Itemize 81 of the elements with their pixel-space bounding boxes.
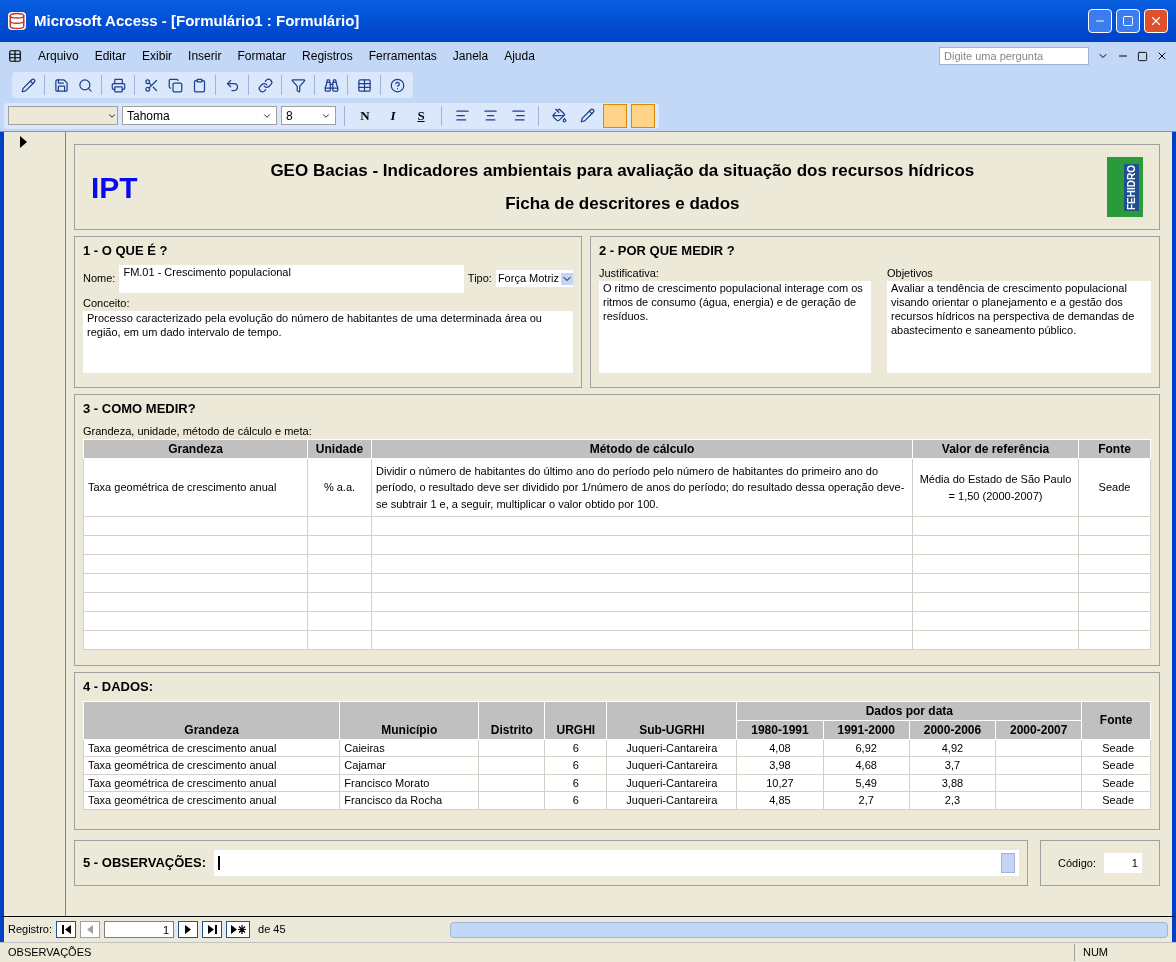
column-header: Método de cálculo <box>371 439 913 459</box>
maximize-button[interactable] <box>1116 9 1140 33</box>
num-lock-indicator: NUM <box>1073 944 1108 961</box>
column-header: Sub-UGRHI <box>606 701 737 739</box>
field-label: Justificativa: <box>599 265 660 281</box>
menu-item[interactable]: Inserir <box>188 47 222 65</box>
menu-item[interactable]: Formatar <box>237 47 287 65</box>
column-header: Grandeza <box>83 701 340 739</box>
left-triangle-icon <box>87 925 94 934</box>
ipt-logo: IPT <box>91 169 138 206</box>
menu-item[interactable]: Janela <box>452 47 489 65</box>
column-header: Grandeza <box>83 439 308 459</box>
table-cell: Seade <box>1078 458 1151 517</box>
field-label: Tipo: <box>467 271 492 287</box>
table-caption: Grandeza, unidade, método de cálculo e meta: <box>83 423 313 439</box>
field-label: Nome: <box>83 271 116 287</box>
concept-field[interactable]: Processo caracterizado pela evolução do número de habitantes de uma determinada área ou região, em um dado intervalo de tempo. <box>83 311 573 373</box>
field-label: Código: <box>1058 855 1096 871</box>
font-dropdown[interactable]: Tahoma <box>122 106 277 125</box>
horizontal-scrollbar[interactable] <box>449 921 1168 938</box>
logo-text: FEHIDRO <box>1124 163 1139 211</box>
name-field[interactable]: FM.01 - Crescimento populacional <box>119 264 464 293</box>
status-text: OBSERVAÇÕES <box>8 945 92 961</box>
text-style-button[interactable]: I <box>381 103 405 128</box>
column-header: Valor de referência <box>912 439 1079 459</box>
table-cell: Média do Estado de São Paulo = 1,50 (2000-2007) <box>912 458 1079 517</box>
menu-item[interactable]: Registros <box>302 47 353 65</box>
column-header: Distrito <box>478 701 545 739</box>
last-record-button[interactable] <box>202 921 223 938</box>
help-search-field[interactable]: Digite uma pergunta <box>939 47 1089 65</box>
section-title: 5 - OBSERVAÇÕES: <box>83 854 207 873</box>
column-header: Município <box>339 701 479 739</box>
app-icon <box>8 12 26 30</box>
table-cell: Taxa geométrica de crescimento anual <box>83 458 308 517</box>
record-number-field[interactable]: 1 <box>104 921 175 938</box>
menu-item[interactable]: Ajuda <box>504 47 535 65</box>
window-title: Microsoft Access - [Formulário1 : Formulário] <box>34 10 360 31</box>
close-icon[interactable] <box>1156 50 1168 62</box>
close-icon <box>1149 14 1163 28</box>
section-title: 1 - O QUE É ? <box>83 242 169 260</box>
restore-icon[interactable] <box>1137 50 1148 62</box>
next-record-button[interactable] <box>178 921 199 938</box>
last-record-icon <box>207 925 217 934</box>
section-title: 2 - POR QUE MEDIR ? <box>599 242 736 260</box>
menu-item[interactable]: Editar <box>94 47 127 65</box>
justification-field[interactable]: O ritmo de crescimento populacional interage com os ritmos de consumo (água, energia) e de geração de resíduos. <box>599 281 871 373</box>
form-icon[interactable] <box>8 49 22 63</box>
minimize-button[interactable] <box>1088 9 1112 33</box>
menu-item[interactable]: Arquivo <box>38 47 79 65</box>
column-header: Fonte <box>1078 439 1151 459</box>
record-count: de 45 <box>258 922 286 938</box>
observations-field[interactable] <box>214 850 1019 876</box>
table-cell: % a.a. <box>307 458 372 517</box>
table-cell: Dividir o número de habitantes do último ano do período pelo número de habitantes do primeiro ano do período, o resultado deve ser dividido por 1/número de anos do período; do resultado dessa operação deve-se subtrair 1 e, a seguir, multiplicar o valor obtido por 100. <box>371 458 913 517</box>
new-record-button[interactable] <box>226 921 251 938</box>
objectives-field[interactable]: Avaliar a tendência de crescimento populacional visando orientar o planejamento e a gestão dos recursos hídricos na perspectiva de demandas de abastecimento e saneamento público. <box>887 281 1151 373</box>
text-style-button[interactable]: S <box>409 103 433 128</box>
record-label: Registro: <box>8 922 53 938</box>
menu-item[interactable]: Ferramentas <box>368 47 437 65</box>
current-record-icon <box>20 136 27 148</box>
section-title: 4 - DADOS: <box>83 678 155 696</box>
section-title: 3 - COMO MEDIR? <box>83 400 197 418</box>
column-header: Fonte <box>1081 701 1151 739</box>
column-header: Unidade <box>307 439 372 459</box>
column-group-header: Dados por data <box>736 701 1082 720</box>
close-button[interactable] <box>1144 9 1168 33</box>
right-triangle-icon <box>185 925 192 934</box>
code-field[interactable]: 1 <box>1103 853 1142 873</box>
maximize-icon <box>1122 15 1134 27</box>
font-size-dropdown[interactable]: 8 <box>281 106 336 125</box>
first-record-button[interactable] <box>56 921 77 938</box>
type-dropdown[interactable]: Força Motriz <box>495 270 573 287</box>
form-title: GEO Bacias - Indicadores ambientais para avaliação da situação dos recursos hídricos <box>270 159 975 182</box>
field-label: Conceito: <box>83 295 131 311</box>
field-label: Objetivos <box>887 265 934 281</box>
text-style-button[interactable]: N <box>353 103 377 128</box>
first-record-icon <box>61 925 71 934</box>
form-subtitle: Ficha de descritores e dados <box>505 193 740 215</box>
new-record-icon <box>230 925 246 934</box>
column-header: URGHI <box>544 701 607 739</box>
menu-item[interactable]: Exibir <box>142 47 173 65</box>
